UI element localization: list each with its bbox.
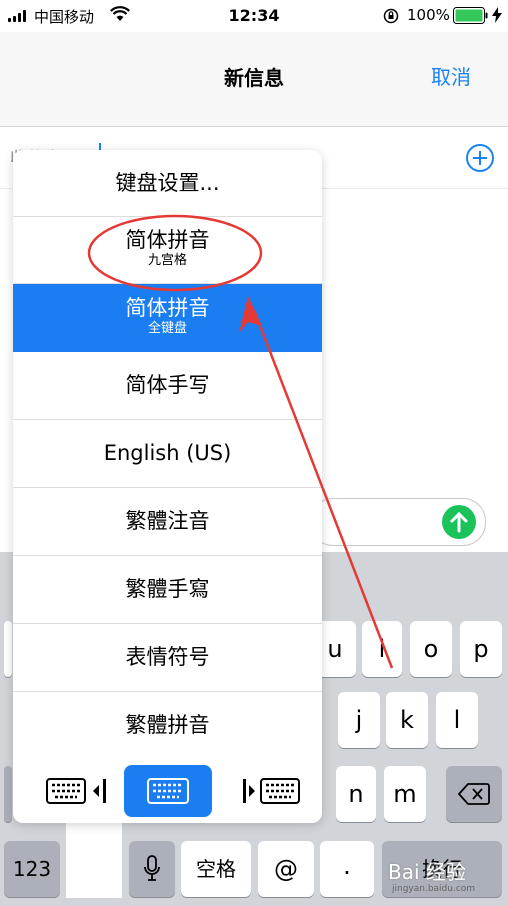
annotation-arrowhead bbox=[239, 296, 262, 333]
annotation-overlay bbox=[87, 214, 394, 669]
watermark-brand: Bai 经验 bbox=[388, 860, 466, 884]
annotation-circle bbox=[87, 214, 263, 292]
annotation-arrow bbox=[252, 309, 394, 669]
watermark-site: jingyan.baidu.com bbox=[392, 884, 476, 894]
